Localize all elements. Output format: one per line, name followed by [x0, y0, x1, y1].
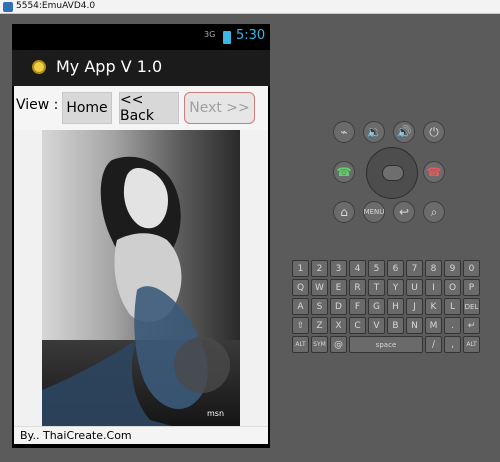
key-s[interactable]: S: [311, 298, 328, 315]
key-period[interactable]: .: [444, 317, 461, 334]
key-j[interactable]: J: [406, 298, 423, 315]
key-r[interactable]: R: [349, 279, 366, 296]
key-w[interactable]: W: [311, 279, 328, 296]
volume-up-icon[interactable]: 🔊: [393, 121, 415, 143]
key-space[interactable]: space: [349, 336, 423, 353]
key-6[interactable]: 6: [387, 260, 404, 277]
window-title: 5554:EmuAVD4.0: [16, 1, 96, 11]
key-k[interactable]: K: [425, 298, 442, 315]
key-8[interactable]: 8: [425, 260, 442, 277]
key-slash[interactable]: /: [425, 336, 442, 353]
photo-viewer: msn: [42, 130, 240, 426]
key-4[interactable]: 4: [349, 260, 366, 277]
key-0[interactable]: 0: [463, 260, 480, 277]
phone-screen: 3G 5:30 My App V 1.0 View : Home << Back…: [12, 24, 270, 448]
key-shift[interactable]: ⇧: [292, 317, 309, 334]
hardware-keyboard: 1 2 3 4 5 6 7 8 9 0 Q W E R T Y U I O P …: [292, 260, 486, 358]
nav-row: View : Home << Back Next >>: [14, 86, 268, 130]
key-m[interactable]: M: [425, 317, 442, 334]
camera-icon[interactable]: ⌁: [333, 121, 355, 143]
key-9[interactable]: 9: [444, 260, 461, 277]
key-7[interactable]: 7: [406, 260, 423, 277]
signal-icon: 3G: [204, 30, 220, 44]
app-icon: [32, 60, 46, 74]
app-content: View : Home << Back Next >> msn By.. Tha…: [14, 86, 268, 444]
key-enter[interactable]: ↵: [463, 317, 480, 334]
status-bar: 3G 5:30: [12, 24, 270, 50]
key-f[interactable]: F: [349, 298, 366, 315]
key-p[interactable]: P: [463, 279, 480, 296]
key-o[interactable]: O: [444, 279, 461, 296]
key-comma[interactable]: ,: [444, 336, 461, 353]
back-icon[interactable]: ↩: [393, 201, 415, 223]
home-button[interactable]: Home: [62, 92, 112, 124]
key-b[interactable]: B: [387, 317, 404, 334]
key-g[interactable]: G: [368, 298, 385, 315]
next-button[interactable]: Next >>: [184, 92, 255, 124]
back-button[interactable]: << Back: [119, 92, 179, 124]
key-l[interactable]: L: [444, 298, 461, 315]
key-n[interactable]: N: [406, 317, 423, 334]
key-sym[interactable]: SYM: [311, 336, 328, 353]
dpad[interactable]: [366, 147, 418, 199]
network-label: 3G: [204, 30, 216, 39]
call-icon[interactable]: ☎: [333, 161, 355, 183]
volume-down-icon[interactable]: 🔉: [363, 121, 385, 143]
key-x[interactable]: X: [330, 317, 347, 334]
key-y[interactable]: Y: [387, 279, 404, 296]
key-3[interactable]: 3: [330, 260, 347, 277]
view-label: View :: [16, 97, 59, 113]
key-a[interactable]: A: [292, 298, 309, 315]
status-time: 5:30: [236, 28, 266, 43]
emulator-window: 5554:EmuAVD4.0 3G 5:30 My App V 1.0 View…: [0, 0, 500, 462]
power-icon[interactable]: ⏻: [423, 121, 445, 143]
key-c[interactable]: C: [349, 317, 366, 334]
photo-watermark: msn: [207, 409, 224, 418]
menu-button[interactable]: MENU: [363, 201, 385, 223]
footer-credit: By.. ThaiCreate.Com: [20, 429, 132, 442]
battery-icon: [223, 31, 231, 44]
key-at[interactable]: @: [330, 336, 347, 353]
key-u[interactable]: U: [406, 279, 423, 296]
key-i[interactable]: I: [425, 279, 442, 296]
key-e[interactable]: E: [330, 279, 347, 296]
app-title: My App V 1.0: [56, 57, 163, 76]
key-t[interactable]: T: [368, 279, 385, 296]
window-titlebar: 5554:EmuAVD4.0: [0, 0, 500, 14]
menu-label: MENU: [363, 208, 385, 216]
key-v[interactable]: V: [368, 317, 385, 334]
app-window-icon: [3, 2, 13, 12]
home-icon[interactable]: ⌂: [333, 201, 355, 223]
footer-bar: By.. ThaiCreate.Com: [14, 426, 268, 444]
search-icon[interactable]: ⌕: [423, 201, 445, 223]
action-bar: My App V 1.0: [12, 50, 270, 86]
dpad-center[interactable]: [382, 165, 404, 181]
key-2[interactable]: 2: [311, 260, 328, 277]
end-call-icon[interactable]: ☎: [423, 161, 445, 183]
key-alt-left[interactable]: ALT: [292, 336, 309, 353]
key-5[interactable]: 5: [368, 260, 385, 277]
key-1[interactable]: 1: [292, 260, 309, 277]
key-del[interactable]: DEL: [463, 298, 480, 315]
key-q[interactable]: Q: [292, 279, 309, 296]
key-alt-right[interactable]: ALT: [463, 336, 480, 353]
photo-image: msn: [42, 130, 240, 426]
key-z[interactable]: Z: [311, 317, 328, 334]
hardware-controls: ⌁ 🔉 🔊 ⏻ ☎ ☎ ⌂ MENU ↩ ⌕: [330, 118, 450, 228]
key-d[interactable]: D: [330, 298, 347, 315]
key-h[interactable]: H: [387, 298, 404, 315]
